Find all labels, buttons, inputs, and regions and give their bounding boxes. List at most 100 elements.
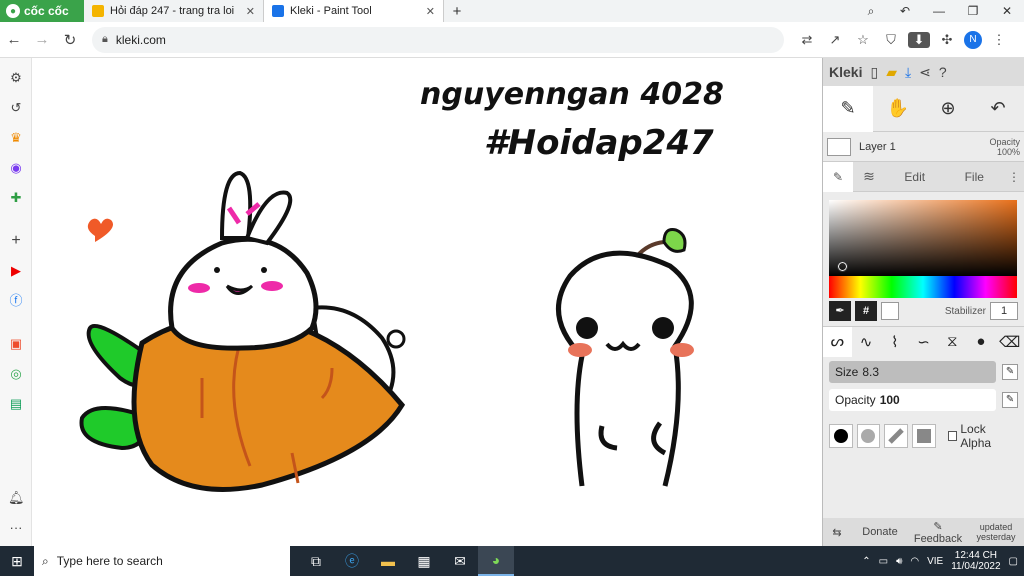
back-tab-icon[interactable]: ↶ xyxy=(888,4,922,18)
bell-icon[interactable]: 🔔︎ xyxy=(8,490,25,506)
download-icon[interactable]: ⬇ xyxy=(908,31,930,48)
hex-button[interactable]: # xyxy=(855,301,877,321)
facebook-icon[interactable]: ⓕ xyxy=(8,293,24,309)
language-indicator[interactable]: VIE xyxy=(927,556,943,567)
size-slider[interactable]: Size 8.3 xyxy=(829,361,997,383)
square-shape-icon[interactable] xyxy=(911,424,936,448)
blend-brush-icon[interactable]: ∿ xyxy=(852,333,881,351)
share-icon[interactable]: ⋖ xyxy=(919,64,931,81)
smudge-brush-icon[interactable]: ● xyxy=(967,333,996,350)
lock-icon[interactable]: 🔒︎ xyxy=(102,33,108,46)
shopee-icon[interactable]: ▣ xyxy=(8,336,24,352)
plus-icon[interactable]: + xyxy=(8,233,24,249)
secondary-color-swatch[interactable] xyxy=(881,302,899,320)
download-icon[interactable]: ⤓ xyxy=(905,64,911,81)
color-picker-cursor[interactable] xyxy=(837,261,848,272)
wifi-icon[interactable]: ◠ xyxy=(910,556,919,567)
notification-icon[interactable]: ▢ xyxy=(1009,556,1018,567)
menu-icon[interactable]: ⋮ xyxy=(988,32,1010,48)
lock-alpha-checkbox[interactable]: Lock Alpha xyxy=(947,422,1019,450)
youtube-icon[interactable]: ▶ xyxy=(8,263,24,279)
sheets-icon[interactable]: ▤ xyxy=(8,396,24,412)
back-icon[interactable]: ← xyxy=(0,31,28,48)
store-icon[interactable]: ▦ xyxy=(406,546,442,576)
tab-edit[interactable]: Edit xyxy=(885,170,945,184)
zoom-icon[interactable]: ⊕ xyxy=(923,86,973,132)
eraser-icon[interactable]: ⌫ xyxy=(995,333,1024,351)
edge-icon[interactable]: ⓔ xyxy=(334,546,370,576)
search-tabs-icon[interactable]: ⌕ xyxy=(854,4,888,19)
extensions-icon[interactable]: ✣ xyxy=(936,32,958,48)
history-icon[interactable]: ↺ xyxy=(8,100,24,116)
tab-hoidap[interactable]: Hỏi đáp 247 - trang tra loi ✕ xyxy=(84,0,264,22)
reload-icon[interactable]: ↻ xyxy=(56,31,84,49)
volume-icon[interactable]: 🔊︎ xyxy=(896,556,902,567)
opacity-slider-row: Opacity 100 ✎ xyxy=(829,388,1018,412)
close-tab-icon[interactable]: ✕ xyxy=(246,5,255,18)
size-value: 8.3 xyxy=(862,365,880,379)
color-picker-area[interactable] xyxy=(829,200,1017,276)
taskbar-search-input[interactable]: ⌕ Type here to search xyxy=(34,546,290,576)
tab-file[interactable]: File xyxy=(945,170,1005,184)
network-icon[interactable]: ▭ xyxy=(879,556,888,567)
tab-brush[interactable]: ✎ xyxy=(823,161,853,192)
open-folder-icon[interactable]: ▰ xyxy=(886,64,897,81)
round-shape-icon[interactable] xyxy=(829,424,853,448)
address-bar: ← → ↻ 🔒︎ kleki.com ⇄ ↗ ☆ ⛉ ⬇ ✣ N ⋮ xyxy=(0,22,1024,58)
coccoc-menu-button[interactable]: ● cốc cốc xyxy=(0,0,84,22)
coccoc-taskbar-icon[interactable]: ◕ xyxy=(478,546,514,576)
new-tab-button[interactable]: + xyxy=(444,0,470,22)
stabilizer-select[interactable]: 1 xyxy=(990,302,1018,320)
crown-icon[interactable]: ♛ xyxy=(8,130,24,146)
messenger-icon[interactable]: ◉ xyxy=(8,160,24,176)
task-view-icon[interactable]: ⧉ xyxy=(298,546,334,576)
opacity-slider[interactable]: Opacity 100 xyxy=(829,389,997,411)
pressure-toggle-icon[interactable]: ✎ xyxy=(1002,364,1018,380)
close-tab-icon[interactable]: ✕ xyxy=(426,5,435,18)
share-icon[interactable]: ↗ xyxy=(824,32,846,48)
more-icon[interactable]: ⋮ xyxy=(1004,170,1024,184)
windows-start-icon[interactable]: ⊞ xyxy=(0,546,34,576)
panel-tabs: ✎ ≋ Edit File ⋮ xyxy=(823,161,1024,192)
tray-chevron-icon[interactable]: ⌃ xyxy=(862,556,870,567)
undo-redo-icon[interactable]: ↶ xyxy=(973,86,1023,132)
restore-icon[interactable]: ❐ xyxy=(956,4,990,18)
sketchy-brush-icon[interactable]: ⌇ xyxy=(880,333,909,351)
more-icon[interactable]: ··· xyxy=(8,520,24,536)
layer-row[interactable]: Layer 1 Opacity 100% xyxy=(823,132,1024,162)
pressure-opacity-icon[interactable]: ✎ xyxy=(1002,392,1018,408)
brush-tool-icon[interactable]: ✎ xyxy=(823,85,873,132)
url-input[interactable]: 🔒︎ kleki.com xyxy=(92,26,784,53)
feedback-link[interactable]: ✎ Feedback xyxy=(909,520,967,545)
hand-tool-icon[interactable]: ✋ xyxy=(873,86,923,132)
mail-icon[interactable]: ✉ xyxy=(442,546,478,576)
eyedropper-icon[interactable]: ✒ xyxy=(829,301,851,321)
updated-line-2: yesterday xyxy=(976,532,1016,542)
file-explorer-icon[interactable]: ▬ xyxy=(370,546,406,576)
line-shape-icon[interactable] xyxy=(884,424,908,448)
tab-layers[interactable]: ≋ xyxy=(853,168,885,185)
gamepad-icon[interactable]: ✚ xyxy=(8,190,24,206)
close-window-icon[interactable]: ✕ xyxy=(990,4,1024,18)
pixel-brush-icon[interactable]: ∽ xyxy=(909,333,938,351)
translate-icon[interactable]: ⇄ xyxy=(796,32,818,48)
shield-icon[interactable]: ⛉ xyxy=(880,32,902,48)
help-icon[interactable]: ? xyxy=(939,64,947,80)
profile-avatar[interactable]: N xyxy=(964,30,982,49)
tab-kleki[interactable]: Kleki - Paint Tool ✕ xyxy=(264,0,444,22)
forward-icon[interactable]: → xyxy=(28,31,56,48)
soft-shape-icon[interactable] xyxy=(856,424,881,448)
swap-icon[interactable]: ⇆ xyxy=(823,526,851,539)
drawing-canvas[interactable]: nguyenngan 4028 #Hoidap247 xyxy=(32,58,822,546)
hue-slider[interactable] xyxy=(829,276,1017,298)
chemy-brush-icon[interactable]: ⧖ xyxy=(938,333,967,350)
bookmark-star-icon[interactable]: ☆ xyxy=(852,32,874,48)
new-image-icon[interactable]: ▯ xyxy=(870,64,878,81)
lock-alpha-box[interactable] xyxy=(947,431,958,441)
minimize-icon[interactable]: — xyxy=(922,4,956,18)
maps-icon[interactable]: ◎ xyxy=(8,366,24,382)
donate-link[interactable]: Donate xyxy=(851,526,909,538)
pen-brush-icon[interactable]: ᔕ xyxy=(823,326,852,357)
clock[interactable]: 12:44 CH 11/04/2022 xyxy=(951,550,1000,572)
gear-icon[interactable]: ⚙ xyxy=(8,70,24,86)
